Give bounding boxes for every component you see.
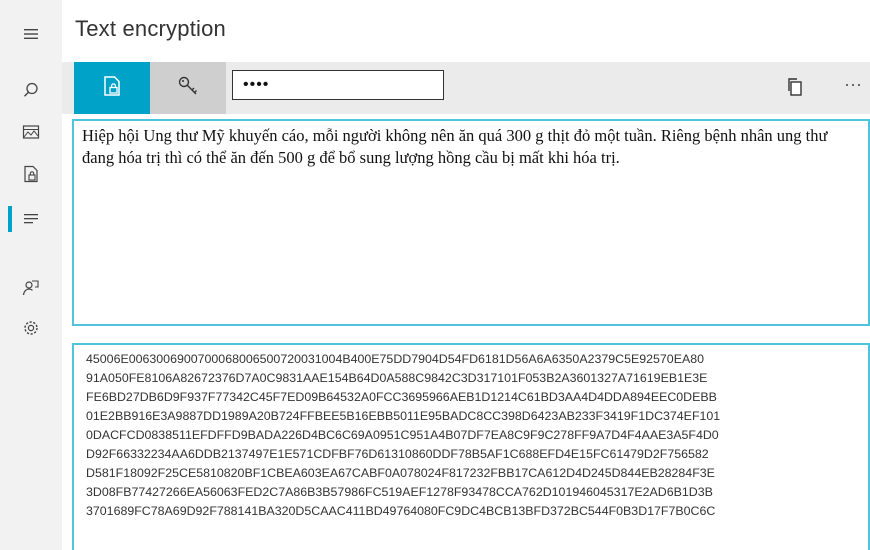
copy-icon[interactable]	[782, 74, 808, 100]
more-options-button[interactable]: ···	[840, 74, 866, 100]
text-lines-icon[interactable]	[0, 199, 62, 239]
left-rail	[0, 0, 62, 550]
key-button[interactable]	[150, 62, 226, 114]
key-icon	[177, 75, 199, 102]
file-lock-icon	[102, 75, 122, 102]
encrypt-button[interactable]	[74, 62, 150, 114]
gear-icon[interactable]	[0, 308, 62, 348]
toolbar	[62, 62, 870, 114]
password-input[interactable]	[232, 70, 444, 100]
cipher-line: D581F18092F25CE5810820BF1CBEA603EA67CABF…	[86, 466, 715, 480]
cipher-line: 91A050FE8106A82672376D7A0C9831AAE154B64D…	[86, 371, 708, 385]
ciphertext-area[interactable]: 45006E0063006900700068006500720031004B40…	[72, 343, 870, 550]
cipher-line: FE6BD27DB6D9F937F77342C45F7ED09B64532A0F…	[86, 390, 717, 404]
plaintext-area[interactable]: Hiệp hội Ung thư Mỹ khuyến cáo, mỗi ngườ…	[72, 119, 870, 326]
cipher-line: 3701689FC78A69D92F788141BA320D5CAAC411BD…	[86, 504, 716, 518]
cipher-line: 3D08FB77427266EA56063FED2C7A86B3B57986FC…	[86, 485, 713, 499]
hamburger-menu-icon[interactable]	[0, 14, 62, 54]
cipher-line: 0DACFCD0838511EFDFFD9BADA226D4BC6C69A095…	[86, 428, 719, 442]
person-share-icon[interactable]	[0, 268, 62, 308]
cipher-line: 01E2BB916E3A9887DD1989A20B724FFBEE5B16EB…	[86, 409, 721, 423]
file-lock-icon[interactable]	[0, 154, 62, 194]
page-title: Text encryption	[75, 16, 226, 41]
search-icon[interactable]	[0, 70, 62, 110]
cipher-line: D92F66332234AA6DDB2137497E1E571CDFBF76D6…	[86, 447, 709, 461]
image-icon[interactable]	[0, 112, 62, 152]
cipher-line: 45006E0063006900700068006500720031004B40…	[86, 352, 705, 366]
